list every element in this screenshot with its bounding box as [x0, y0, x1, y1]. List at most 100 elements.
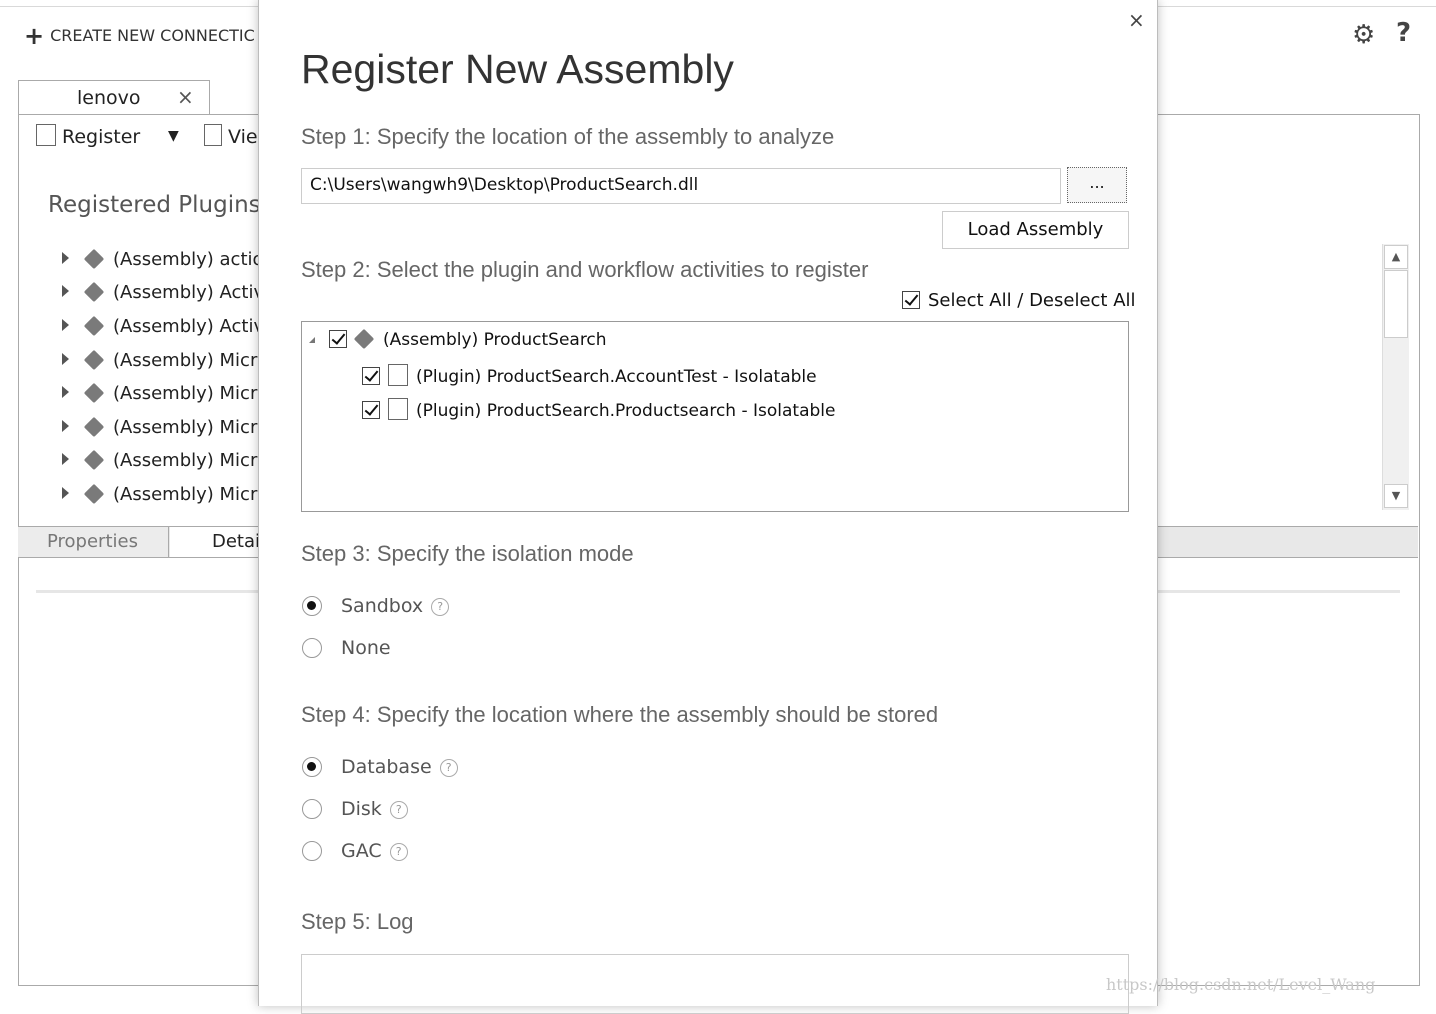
chevron-down-icon[interactable]: ▼: [168, 128, 179, 144]
plugin-icon: [388, 364, 408, 386]
assembly-label: (Assembly) action: [113, 249, 275, 270]
radio-sandbox[interactable]: [302, 596, 322, 616]
radio-gac[interactable]: [302, 841, 322, 861]
step2-heading: Step 2: Select the plugin and workflow a…: [301, 257, 869, 282]
register-button[interactable]: Register: [36, 124, 140, 148]
list-item[interactable]: (Assembly) Micro: [62, 416, 268, 438]
assembly-label: (Assembly) Micro: [113, 450, 268, 471]
tree-node-label: (Assembly) ProductSearch: [383, 330, 607, 350]
expand-arrow-icon[interactable]: [62, 252, 69, 264]
radio-label: Sandbox: [341, 595, 424, 617]
assembly-label: (Assembly) Micro: [113, 484, 268, 505]
checkbox-checked[interactable]: [362, 367, 380, 385]
assembly-icon: [353, 328, 375, 350]
close-icon[interactable]: ×: [177, 85, 194, 109]
view-icon: [204, 124, 222, 146]
browse-button[interactable]: ...: [1067, 167, 1127, 203]
tree-node-plugin[interactable]: (Plugin) ProductSearch.AccountTest - Iso…: [362, 364, 817, 387]
assembly-icon: [83, 349, 105, 371]
assembly-label: (Assembly) Micro: [113, 350, 268, 371]
sandbox-option[interactable]: Sandbox?: [341, 595, 450, 617]
dialog-title: Register New Assembly: [301, 46, 734, 92]
help-icon[interactable]: ?: [389, 843, 408, 861]
step3-heading: Step 3: Specify the isolation mode: [301, 541, 634, 566]
assembly-icon: [83, 416, 105, 438]
help-icon[interactable]: ?: [1396, 18, 1411, 48]
expand-arrow-icon[interactable]: [62, 453, 69, 465]
scroll-up-icon[interactable]: ▲: [1384, 245, 1408, 269]
tab-details[interactable]: Detai: [170, 527, 260, 557]
registered-plugins-heading: Registered Plugins &: [48, 192, 286, 218]
checkbox-checked[interactable]: [362, 401, 380, 419]
tree-node-label: (Plugin) ProductSearch.AccountTest - Iso…: [416, 367, 817, 387]
radio-database[interactable]: [302, 757, 322, 777]
list-item[interactable]: (Assembly) Activit: [62, 315, 277, 337]
tab-details-label: Detai: [212, 531, 261, 552]
assembly-label: (Assembly) Activit: [113, 282, 277, 303]
close-icon[interactable]: ×: [1128, 8, 1145, 32]
assembly-icon: [83, 248, 105, 270]
tab-properties[interactable]: Properties: [18, 527, 169, 557]
log-textarea[interactable]: [301, 954, 1129, 1014]
view-button[interactable]: Vie: [204, 124, 258, 148]
list-item[interactable]: (Assembly) Activit: [62, 281, 277, 303]
database-option[interactable]: Database?: [341, 756, 458, 778]
list-item[interactable]: (Assembly) Micro: [62, 382, 268, 404]
scroll-thumb[interactable]: [1384, 270, 1408, 338]
help-icon[interactable]: ?: [389, 801, 408, 819]
assembly-label: (Assembly) Activit: [113, 316, 277, 337]
radio-none[interactable]: [302, 638, 322, 658]
gear-icon[interactable]: ⚙: [1352, 20, 1375, 50]
load-assembly-button[interactable]: Load Assembly: [942, 211, 1129, 249]
select-all-label: Select All / Deselect All: [928, 290, 1136, 311]
list-item[interactable]: (Assembly) Micro: [62, 349, 268, 371]
register-icon: [36, 124, 56, 146]
radio-label: None: [341, 637, 391, 659]
watermark: https://blog.csdn.net/Level_Wang: [1106, 975, 1376, 994]
create-new-connection-button[interactable]: + CREATE NEW CONNECTIC: [24, 22, 255, 50]
expand-arrow-icon[interactable]: [62, 353, 69, 365]
tree-node-plugin[interactable]: (Plugin) ProductSearch.Productsearch - I…: [362, 398, 836, 421]
plus-icon: +: [24, 22, 45, 50]
tab-lenovo[interactable]: lenovo ×: [18, 80, 210, 115]
step4-heading: Step 4: Specify the location where the a…: [301, 702, 939, 727]
radio-label: Database: [341, 756, 432, 778]
list-item[interactable]: (Assembly) action: [62, 248, 275, 270]
assembly-icon: [83, 315, 105, 337]
step1-heading: Step 1: Specify the location of the asse…: [301, 124, 835, 149]
assembly-label: (Assembly) Micro: [113, 417, 268, 438]
assembly-icon: [83, 281, 105, 303]
list-item[interactable]: (Assembly) Micro: [62, 483, 268, 505]
help-icon[interactable]: ?: [431, 598, 450, 616]
expand-arrow-icon[interactable]: [62, 319, 69, 331]
disk-option[interactable]: Disk?: [341, 798, 408, 820]
list-item[interactable]: (Assembly) Micro: [62, 449, 268, 471]
radio-disk[interactable]: [302, 799, 322, 819]
tree-node-label: (Plugin) ProductSearch.Productsearch - I…: [416, 401, 836, 421]
assembly-icon: [83, 382, 105, 404]
checkbox-checked[interactable]: [902, 291, 920, 309]
checkbox-checked[interactable]: [329, 330, 347, 348]
none-option[interactable]: None: [341, 637, 391, 659]
tree-node-assembly[interactable]: (Assembly) ProductSearch: [309, 328, 607, 350]
assembly-label: (Assembly) Micro: [113, 383, 268, 404]
create-connection-label: CREATE NEW CONNECTIC: [50, 26, 255, 45]
plugin-icon: [388, 398, 408, 420]
expand-arrow-icon[interactable]: [62, 487, 69, 499]
help-icon[interactable]: ?: [439, 759, 458, 777]
assembly-icon: [83, 483, 105, 505]
collapse-arrow-icon[interactable]: [309, 337, 315, 343]
expand-arrow-icon[interactable]: [62, 386, 69, 398]
radio-label: GAC: [341, 840, 382, 862]
expand-arrow-icon[interactable]: [62, 420, 69, 432]
scroll-down-icon[interactable]: ▼: [1384, 484, 1408, 508]
expand-arrow-icon[interactable]: [62, 285, 69, 297]
select-all-checkbox[interactable]: Select All / Deselect All: [902, 290, 1136, 311]
assembly-path-input[interactable]: C:\Users\wangwh9\Desktop\ProductSearch.d…: [301, 168, 1061, 204]
view-label: Vie: [228, 126, 258, 148]
gac-option[interactable]: GAC?: [341, 840, 408, 862]
tab-properties-label: Properties: [47, 531, 138, 552]
assembly-icon: [83, 449, 105, 471]
register-label: Register: [62, 126, 141, 148]
step5-heading: Step 5: Log: [301, 909, 414, 934]
